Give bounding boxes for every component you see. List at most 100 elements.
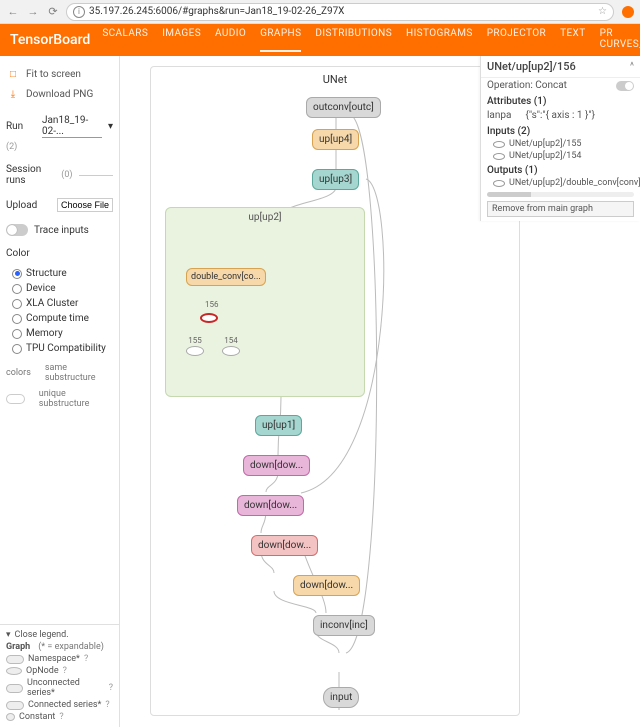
sidebar: □ Fit to screen ⤓ Download PNG Run Jan18…: [0, 56, 120, 727]
tab-bar: SCALARS IMAGES AUDIO GRAPHS DISTRIBUTION…: [102, 28, 639, 52]
info-attr-val: {"s":"{ axis : 1 }"}: [525, 110, 595, 121]
node-down3[interactable]: down[dow...: [251, 535, 318, 556]
node-up1[interactable]: up[up1]: [255, 415, 302, 436]
choose-file-button[interactable]: Choose File: [57, 198, 113, 212]
tab-text[interactable]: TEXT: [560, 28, 586, 52]
node-up4[interactable]: up[up4]: [312, 129, 359, 150]
node-input[interactable]: input: [323, 687, 359, 708]
close-legend[interactable]: ▾ Close legend.: [6, 629, 113, 641]
tab-scalars[interactable]: SCALARS: [102, 28, 148, 52]
node-156-selected[interactable]: [200, 313, 218, 323]
trace-toggle[interactable]: [6, 224, 28, 236]
node-down1[interactable]: down[dow...: [243, 455, 310, 476]
node-double-conv[interactable]: double_conv[co...: [186, 268, 266, 286]
radio-memory[interactable]: Memory: [12, 326, 113, 341]
node-155[interactable]: [186, 346, 204, 356]
info-inputs-head: Inputs (2): [481, 123, 640, 138]
info-output-1[interactable]: UNet/up[up2]/double_conv[conv]/Se: [481, 177, 640, 189]
color-label: Color: [6, 248, 30, 259]
fit-icon: □: [6, 67, 20, 81]
tensorboard-header: TensorBoard SCALARS IMAGES AUDIO GRAPHS …: [0, 24, 640, 56]
remove-button[interactable]: Remove from main graph: [487, 201, 634, 217]
legend-exp-label: (* = expandable): [38, 642, 104, 652]
url-text: 35.197.26.245:6006/#graphs&run=Jan18_19-…: [89, 6, 344, 17]
node-down2[interactable]: down[dow...: [237, 495, 304, 516]
collapse-icon[interactable]: ^: [630, 61, 634, 72]
radio-label: Compute time: [26, 313, 89, 324]
color-chip: [6, 394, 25, 404]
download-icon: ⤓: [6, 87, 20, 101]
info-attr-head: Attributes (1): [481, 93, 640, 108]
tab-histograms[interactable]: HISTOGRAMS: [406, 28, 473, 52]
ellipse-icon: [493, 153, 505, 160]
forward-icon[interactable]: →: [26, 5, 40, 19]
legend-item: Namespace*: [28, 654, 80, 664]
radio-tpu[interactable]: TPU Compatibility: [12, 341, 113, 356]
graph-title: UNet: [323, 73, 347, 86]
fit-label: Fit to screen: [26, 69, 81, 80]
radio-label: Memory: [26, 328, 63, 339]
trace-label: Trace inputs: [34, 225, 89, 236]
run-label: Run: [6, 121, 23, 132]
tensorboard-logo: TensorBoard: [10, 32, 90, 48]
info-operation: Operation: Concat: [487, 80, 567, 91]
close-legend-label: Close legend.: [15, 630, 69, 640]
back-icon[interactable]: ←: [6, 5, 20, 19]
tab-distributions[interactable]: DISTRIBUTIONS: [315, 28, 392, 52]
radio-label: XLA Cluster: [26, 298, 78, 309]
node-156-label: 156: [205, 300, 219, 309]
node-up2-expanded[interactable]: up[up2] double_conv[co... 156: [165, 207, 365, 397]
graph-area[interactable]: UNet outconv[outc] up[up4] up[up3] up[up…: [120, 56, 640, 727]
browser-bar: ← → ⟳ i 35.197.26.245:6006/#graphs&run=J…: [0, 0, 640, 24]
run-count: (2): [6, 142, 17, 152]
node-inconv[interactable]: inconv[inc]: [313, 615, 375, 636]
node-down4[interactable]: down[dow...: [293, 575, 360, 596]
extension-icon[interactable]: [622, 6, 634, 18]
info-scrollbar[interactable]: [487, 192, 634, 197]
run-select[interactable]: Jan18_19-02-...: [42, 115, 102, 138]
tab-projector[interactable]: PROJECTOR: [487, 28, 546, 52]
tab-audio[interactable]: AUDIO: [215, 28, 246, 52]
radio-device[interactable]: Device: [12, 281, 113, 296]
graph-canvas[interactable]: UNet outconv[outc] up[up4] up[up3] up[up…: [150, 66, 520, 716]
legend-graph-label: Graph: [6, 642, 30, 652]
radio-label: Structure: [26, 268, 67, 279]
node-info-panel: UNet/up[up2]/156 ^ Operation: Concat Att…: [480, 56, 640, 221]
node-outconv[interactable]: outconv[outc]: [306, 97, 381, 118]
unique-sub-label: unique substructure: [39, 389, 113, 409]
download-label: Download PNG: [26, 89, 93, 100]
tab-images[interactable]: IMAGES: [162, 28, 201, 52]
session-label: Session runs: [6, 164, 55, 186]
info-toggle[interactable]: [616, 81, 634, 91]
node-154[interactable]: [222, 346, 240, 356]
colors-label: colors: [6, 368, 31, 378]
session-count: (0): [61, 170, 72, 180]
legend-item: Constant: [19, 712, 55, 722]
legend-item: Unconnected series*: [27, 678, 105, 698]
radio-label: TPU Compatibility: [26, 343, 106, 354]
radio-structure[interactable]: Structure: [12, 266, 113, 281]
reload-icon[interactable]: ⟳: [46, 5, 60, 19]
session-select[interactable]: [79, 175, 113, 176]
info-input-1[interactable]: UNet/up[up2]/155: [481, 138, 640, 150]
fit-screen[interactable]: □ Fit to screen: [6, 64, 113, 84]
star-icon[interactable]: ☆: [598, 6, 607, 17]
info-title: UNet/up[up2]/156: [487, 60, 576, 73]
info-input-2[interactable]: UNet/up[up2]/154: [481, 150, 640, 162]
info-attr-key: lanpa: [487, 110, 511, 121]
legend: ▾ Close legend. Graph (* = expandable) Nam…: [0, 624, 119, 727]
radio-compute[interactable]: Compute time: [12, 311, 113, 326]
legend-item: Connected series*: [28, 700, 101, 710]
tab-prcurves[interactable]: PR CURVES: [600, 28, 639, 52]
chevron-down-icon[interactable]: ▾: [108, 121, 113, 132]
upload-label: Upload: [6, 200, 37, 211]
url-bar[interactable]: i 35.197.26.245:6006/#graphs&run=Jan18_1…: [66, 3, 614, 21]
node-up2-title: up[up2]: [248, 212, 281, 223]
tab-graphs[interactable]: GRAPHS: [260, 28, 301, 52]
download-png[interactable]: ⤓ Download PNG: [6, 84, 113, 104]
radio-xla[interactable]: XLA Cluster: [12, 296, 113, 311]
info-outputs-head: Outputs (1): [481, 162, 640, 177]
node-up3[interactable]: up[up3]: [312, 169, 359, 190]
chevron-down-icon: ▾: [6, 630, 11, 640]
legend-item: OpNode: [26, 666, 59, 676]
